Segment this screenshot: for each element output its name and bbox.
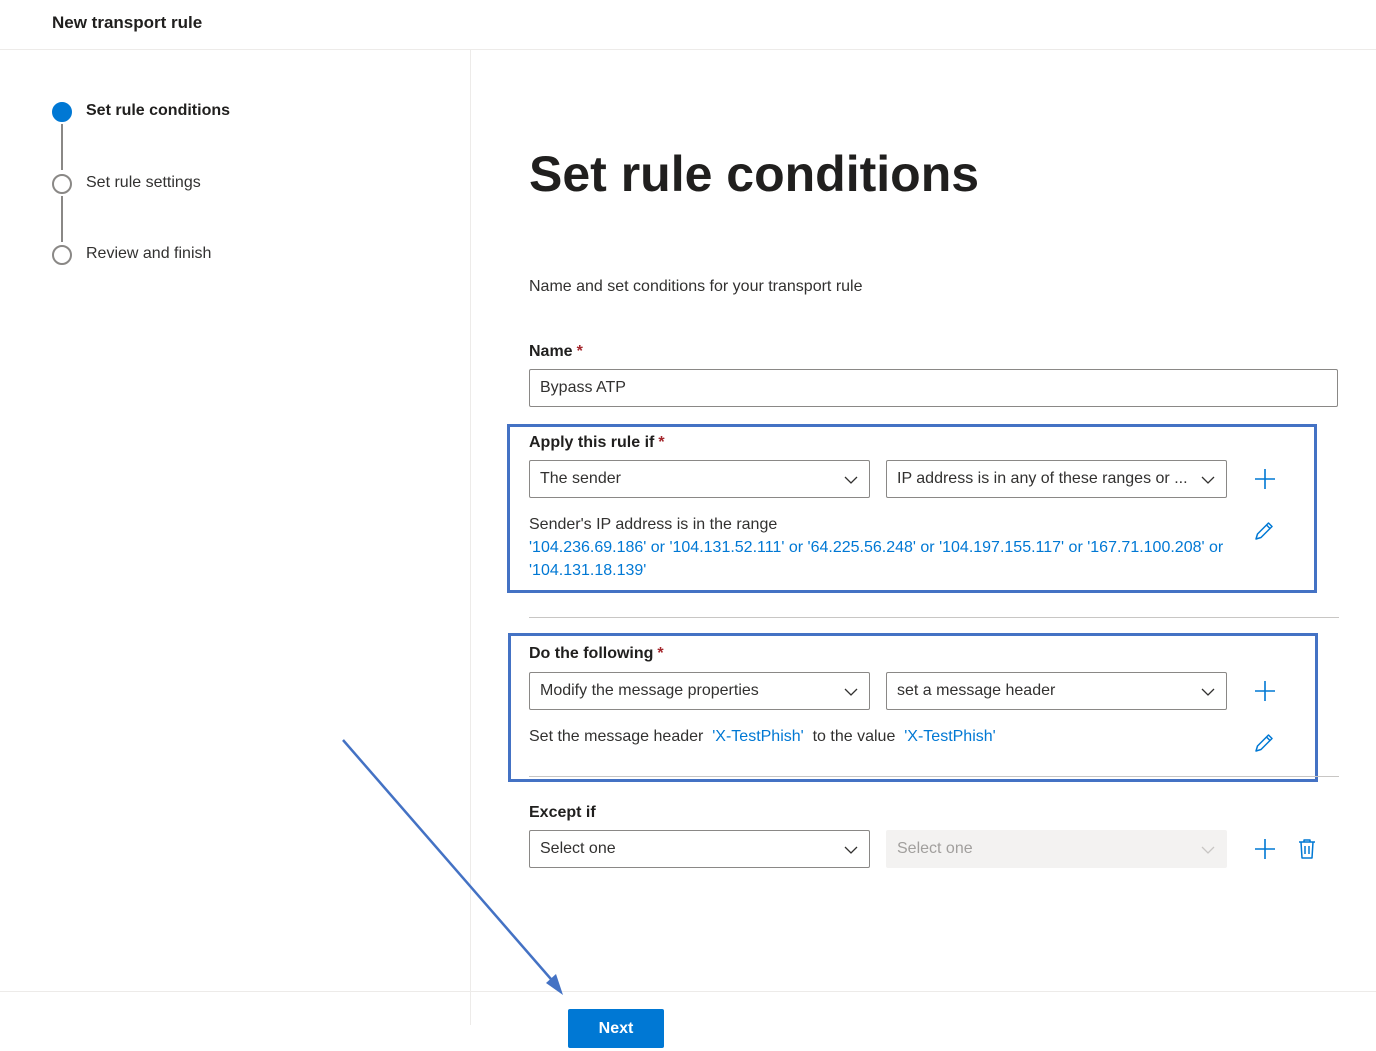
next-button[interactable]: Next: [568, 1009, 664, 1048]
apply-rule-summary: Sender's IP address is in the range '104…: [529, 513, 1244, 582]
step-connector: [61, 196, 63, 242]
ip-range-link[interactable]: '104.236.69.186' or '104.131.52.111' or …: [529, 536, 1244, 559]
chevron-down-icon: [844, 846, 858, 854]
add-exception-plus-icon[interactable]: [1253, 837, 1277, 861]
header-name-link[interactable]: 'X-TestPhish': [712, 728, 803, 745]
name-input[interactable]: [529, 369, 1338, 407]
select-value: Modify the message properties: [540, 682, 759, 699]
exception-property-select-disabled: Select one: [886, 830, 1227, 868]
select-value: IP address is in any of these ranges or …: [897, 470, 1188, 487]
apply-rule-condition-select[interactable]: The sender: [529, 460, 870, 498]
chevron-down-icon: [844, 688, 858, 696]
required-marker: *: [576, 343, 583, 360]
edit-action-pencil-icon[interactable]: [1252, 731, 1276, 755]
select-value: The sender: [540, 470, 621, 487]
select-value: Select one: [540, 840, 616, 857]
top-bar: New transport rule: [0, 0, 1376, 50]
action-property-select[interactable]: set a message header: [886, 672, 1227, 710]
section-divider: [529, 617, 1339, 618]
exception-select[interactable]: Select one: [529, 830, 870, 868]
step-pending-indicator-icon: [52, 174, 72, 194]
required-marker: *: [658, 434, 665, 451]
add-condition-plus-icon[interactable]: [1253, 467, 1277, 491]
section-divider: [529, 776, 1339, 777]
wizard-steps-panel: [0, 50, 471, 1025]
header-value-link[interactable]: 'X-TestPhish': [904, 728, 995, 745]
add-action-plus-icon[interactable]: [1253, 679, 1277, 703]
step-pending-indicator-icon: [52, 245, 72, 265]
footer-divider: [0, 991, 1376, 992]
summary-text-part: Set the message header: [529, 728, 704, 745]
step-active-indicator-icon: [52, 102, 72, 122]
chevron-down-icon: [844, 476, 858, 484]
required-marker: *: [657, 645, 664, 662]
do-following-label: Do the following *: [529, 645, 664, 662]
page-title: Set rule conditions: [529, 146, 980, 202]
chevron-down-icon: [1201, 846, 1215, 854]
step-label: Review and finish: [86, 245, 212, 262]
apply-rule-property-select[interactable]: IP address is in any of these ranges or …: [886, 460, 1227, 498]
panel-title: New transport rule: [52, 13, 203, 32]
page-subtitle: Name and set conditions for your transpo…: [529, 278, 863, 295]
step-label: Set rule settings: [86, 174, 201, 191]
step-label: Set rule conditions: [86, 102, 231, 119]
except-if-label: Except if: [529, 804, 596, 821]
select-value: Select one: [897, 840, 973, 857]
name-label: Name *: [529, 343, 583, 360]
chevron-down-icon: [1201, 688, 1215, 696]
summary-text-part: to the value: [812, 728, 896, 745]
summary-prefix: Sender's IP address is in the range: [529, 516, 778, 533]
action-summary: Set the message header 'X-TestPhish' to …: [529, 725, 996, 748]
step-connector: [61, 124, 63, 170]
edit-condition-pencil-icon[interactable]: [1252, 519, 1276, 543]
chevron-down-icon: [1201, 476, 1215, 484]
action-select[interactable]: Modify the message properties: [529, 672, 870, 710]
ip-range-link[interactable]: '104.131.18.139': [529, 559, 1244, 582]
delete-trash-icon[interactable]: [1295, 837, 1319, 861]
select-value: set a message header: [897, 682, 1056, 699]
apply-rule-label: Apply this rule if *: [529, 434, 665, 451]
